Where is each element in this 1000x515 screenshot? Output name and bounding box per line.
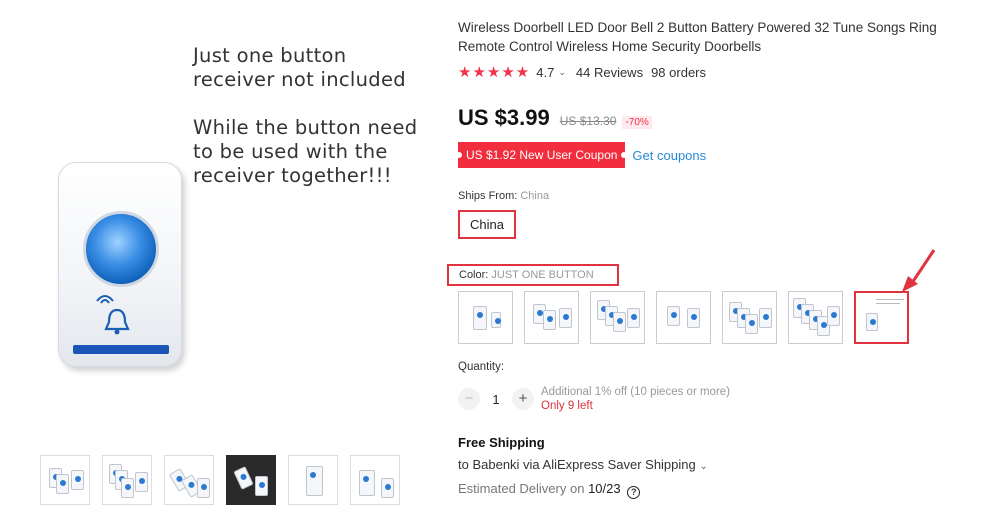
image-caption: Just one button receiver not included Wh…: [193, 44, 417, 212]
quantity-label: Quantity:: [458, 361, 505, 373]
color-title: Color:: [459, 269, 489, 281]
shipping-destination[interactable]: to Babenki via AliExpress Saver Shipping: [458, 457, 696, 472]
quantity-note: Additional 1% off (10 pieces or more) On…: [541, 385, 730, 413]
help-icon[interactable]: ?: [627, 486, 641, 499]
signal-wave-icon: [96, 295, 114, 304]
thumbnail[interactable]: [102, 455, 152, 505]
doorbell-button-image: [58, 162, 182, 367]
color-swatch-selected[interactable]: [854, 291, 909, 344]
ships-from-title: Ships From:: [458, 190, 518, 202]
coupon-row: US $1.92 New User Coupon Get coupons: [455, 142, 988, 168]
annotation-arrow-icon: [902, 249, 936, 292]
chevron-down-icon[interactable]: ⌄: [558, 67, 566, 78]
bell-icon: [104, 308, 130, 335]
new-user-coupon[interactable]: US $1.92 New User Coupon: [455, 142, 628, 168]
original-price: US $13.30: [559, 114, 617, 128]
ships-from-option-china[interactable]: China: [458, 210, 516, 239]
color-swatch[interactable]: [722, 291, 777, 344]
stock-left: Only 9 left: [541, 400, 593, 412]
get-coupons-link[interactable]: Get coupons: [632, 148, 706, 163]
thumbnail[interactable]: [350, 455, 400, 505]
shipping-info: Free Shipping to Babenki via AliExpress …: [458, 432, 708, 500]
chevron-down-icon[interactable]: ⌄: [699, 461, 707, 472]
quantity-plus-button[interactable]: +: [512, 388, 534, 410]
estimated-delivery: Estimated Delivery on 10/23 ?: [458, 478, 708, 500]
doorbell-blue-button: [83, 211, 159, 287]
image-note-1: Just one button receiver not included: [193, 44, 406, 91]
quantity-value[interactable]: 1: [480, 392, 512, 407]
star-rating-icon: ★★★★★: [458, 64, 531, 81]
color-swatch[interactable]: [788, 291, 843, 344]
doorbell-led-bar: [73, 345, 169, 354]
thumbnail[interactable]: [40, 455, 90, 505]
rating-value[interactable]: 4.7: [536, 65, 554, 80]
main-product-image[interactable]: Just one button receiver not included Wh…: [0, 0, 440, 440]
free-shipping-title: Free Shipping: [458, 435, 545, 450]
product-title: Wireless Doorbell LED Door Bell 2 Button…: [458, 20, 937, 54]
thumbnail-selected[interactable]: [226, 455, 276, 505]
bulk-discount-note: Additional 1% off (10 pieces or more): [541, 386, 730, 398]
rating-row: ★★★★★ 4.7 ⌄ 44 Reviews 98 orders: [458, 63, 988, 81]
thumbnail[interactable]: [288, 455, 338, 505]
ships-from-label: Ships From: China: [458, 190, 988, 202]
color-swatch[interactable]: [656, 291, 711, 344]
color-swatch[interactable]: [524, 291, 579, 344]
thumbnail-strip: [40, 455, 400, 505]
color-label: Color: JUST ONE BUTTON: [447, 264, 619, 286]
estimated-delivery-label: Estimated Delivery on: [458, 481, 585, 496]
discount-badge: -70%: [622, 116, 652, 129]
color-value: JUST ONE BUTTON: [491, 269, 594, 281]
product-gallery: Just one button receiver not included Wh…: [0, 0, 440, 515]
color-swatch[interactable]: [590, 291, 645, 344]
estimated-delivery-date: 10/23: [588, 481, 621, 496]
product-info: Wireless Doorbell LED Door Bell 2 Button…: [455, 0, 988, 239]
orders-count: 98 orders: [651, 64, 706, 80]
quantity-minus-button[interactable]: −: [458, 388, 480, 410]
quantity-stepper: − 1 +: [458, 388, 534, 410]
shipping-method[interactable]: to Babenki via AliExpress Saver Shipping…: [458, 454, 708, 478]
color-swatches: [458, 291, 909, 344]
reviews-link[interactable]: 44 Reviews: [576, 65, 643, 80]
ships-from-value: China: [520, 190, 550, 202]
image-note-2: While the button need to be used with th…: [193, 116, 418, 187]
thumbnail[interactable]: [164, 455, 214, 505]
price-row: US $3.99 US $13.30 -70%: [458, 105, 988, 131]
current-price: US $3.99: [458, 105, 550, 130]
color-swatch[interactable]: [458, 291, 513, 344]
